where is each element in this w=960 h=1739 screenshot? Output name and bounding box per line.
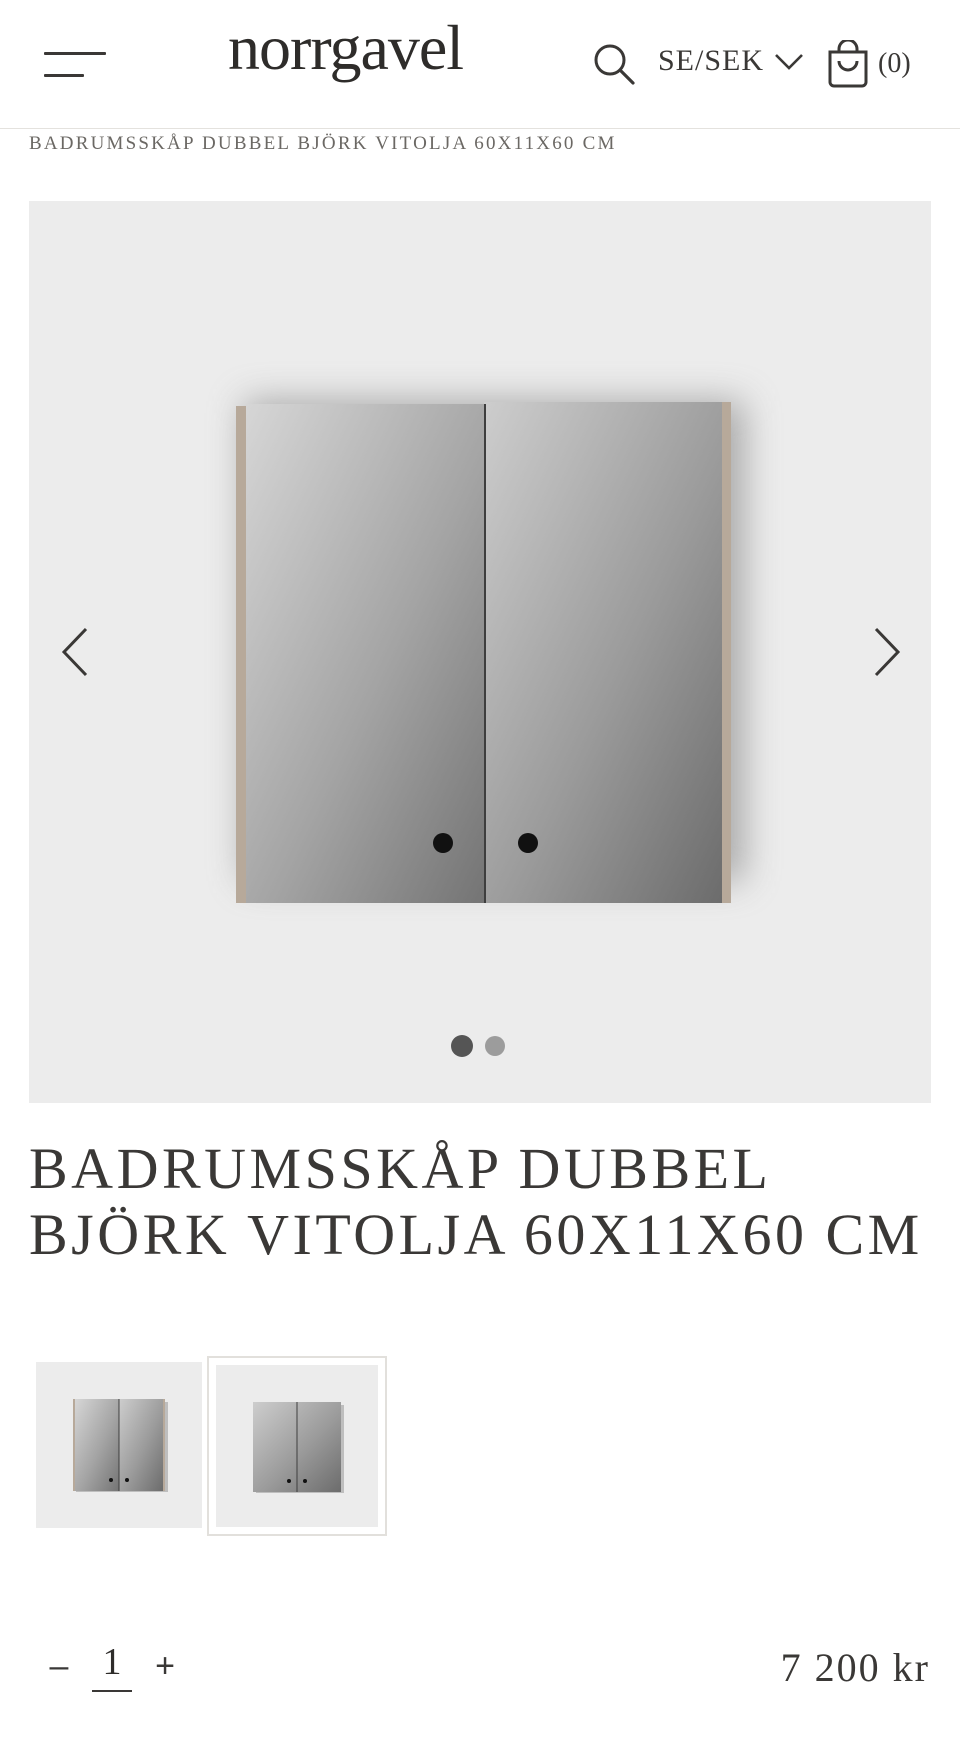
carousel-dot-1[interactable] xyxy=(451,1035,473,1057)
locale-selector[interactable]: SE/SEK xyxy=(658,44,804,78)
carousel-next-arrow-icon[interactable] xyxy=(872,626,902,678)
product-image xyxy=(236,401,744,903)
increase-quantity-button[interactable]: + xyxy=(150,1647,180,1686)
thumbnail-image-1 xyxy=(73,1399,168,1492)
search-icon[interactable] xyxy=(592,42,636,86)
cart-button[interactable]: (0) xyxy=(826,40,911,88)
product-title-line-1: BADRUMSSKÅP DUBBEL xyxy=(29,1136,772,1201)
product-price: 7 200 kr xyxy=(780,1645,930,1690)
carousel-prev-arrow-icon[interactable] xyxy=(60,626,90,678)
cart-count: (0) xyxy=(878,48,911,79)
thumbnail-1[interactable] xyxy=(36,1362,202,1528)
shopping-bag-icon xyxy=(828,40,868,88)
product-image-carousel[interactable] xyxy=(29,201,931,1103)
site-header: norrgavel SE/SEK (0) xyxy=(0,0,960,129)
site-logo[interactable]: norrgavel xyxy=(228,16,464,80)
thumbnail-image-2 xyxy=(253,1402,344,1493)
product-title-line-2: BJÖRK VITOLJA 60X11X60 CM xyxy=(29,1202,923,1267)
chevron-down-icon xyxy=(775,54,803,70)
product-title: BADRUMSSKÅP DUBBEL BJÖRK VITOLJA 60X11X6… xyxy=(29,1136,939,1268)
locale-label: SE/SEK xyxy=(658,44,765,77)
carousel-dot-2[interactable] xyxy=(485,1036,505,1056)
quantity-value[interactable]: 1 xyxy=(92,1640,132,1692)
carousel-dots xyxy=(451,1035,505,1057)
quantity-stepper: – 1 + xyxy=(44,1640,180,1692)
hamburger-menu-icon[interactable] xyxy=(44,48,106,82)
thumbnail-2[interactable] xyxy=(207,1356,387,1536)
decrease-quantity-button[interactable]: – xyxy=(44,1647,74,1686)
breadcrumb: BADRUMSSKÅP DUBBEL BJÖRK VITOLJA 60X11X6… xyxy=(29,133,617,154)
